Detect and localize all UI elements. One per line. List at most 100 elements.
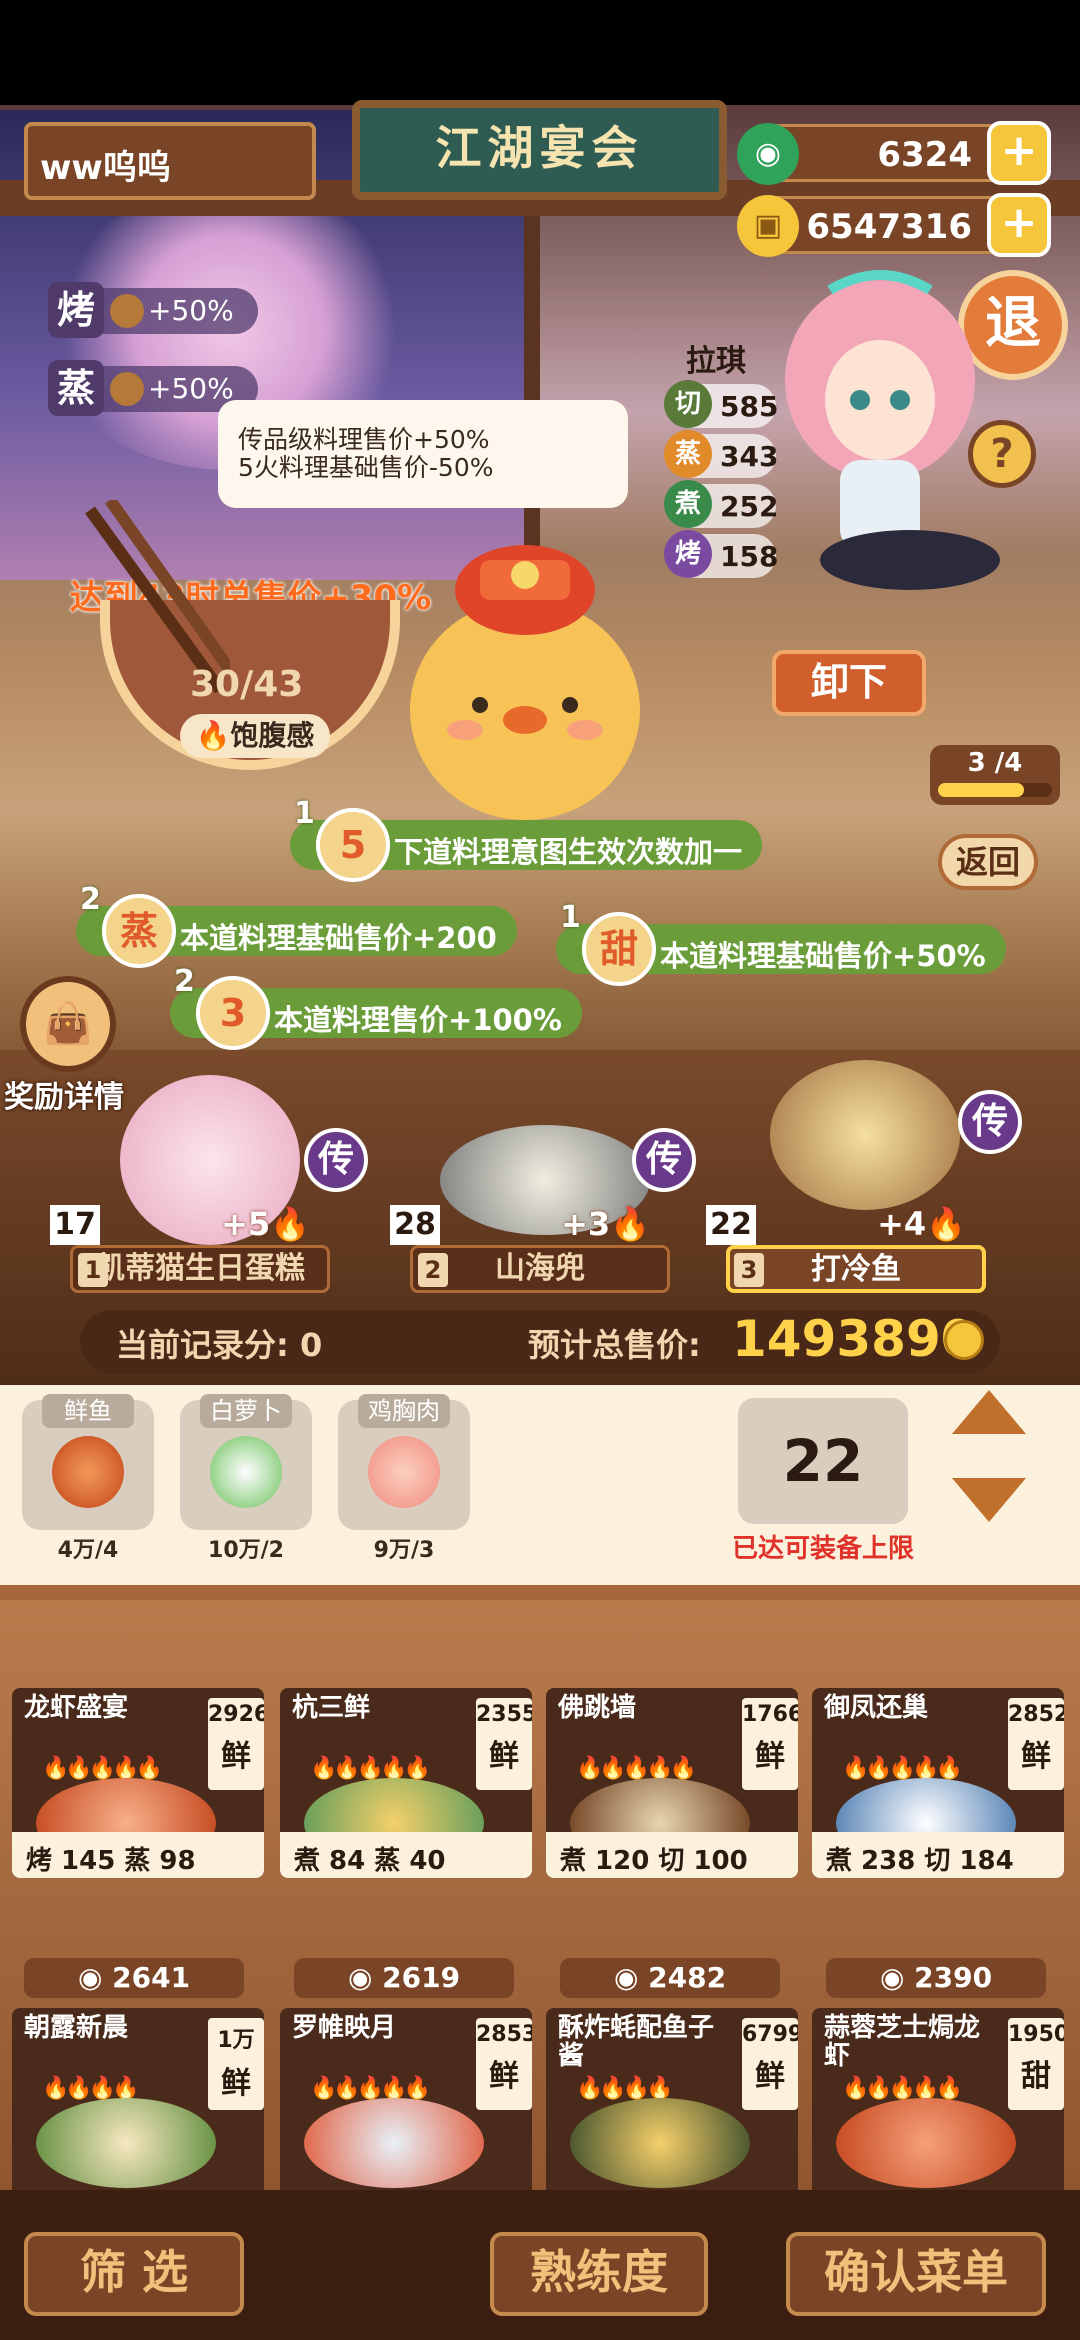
stat-key: 烤 [664,530,712,578]
reward-bag-icon[interactable]: 👜 [20,976,116,1072]
dish-slot-2[interactable]: 山海兜 2 28 +3🔥 [390,1165,670,1293]
jade-currency: ◉ 6324 + [737,121,1051,185]
dish-card[interactable]: 酥炸蚝配鱼子酱 6799 鲜 🔥🔥🔥🔥 [546,2008,798,2198]
card-title: 酥炸蚝配鱼子酱 [558,2013,715,2071]
unload-button[interactable]: 卸下 [772,650,926,716]
scroll-up-arrow[interactable] [952,1390,1026,1434]
effect-text: 本道料理售价+100% [274,1003,562,1037]
legendary-badge: 传 [632,1128,696,1192]
proficiency-button[interactable]: 熟练度 [490,2232,708,2316]
back-button[interactable]: 返回 [938,834,1038,890]
reward-details-button[interactable]: 奖励详情 [4,1072,124,1116]
dish-fire-bonus: +4🔥 [877,1205,966,1243]
card-price: 1950 [1008,2022,1064,2047]
stat-key: 蒸 [664,430,712,478]
dish-card[interactable]: 佛跳墙 1766鲜 🔥🔥🔥🔥🔥 优 煮 120 切 100 [546,1688,798,1878]
card-price-tag: 1766 鲜 [742,1698,798,1790]
ingredient-qty: 4万/4 [57,1538,119,1563]
dish-card[interactable]: 罗帷映月 2853 鲜 🔥🔥🔥🔥🔥 [280,2008,532,2198]
scroll-down-arrow[interactable] [952,1478,1026,1522]
effect-steam-badge: 蒸 [102,894,176,968]
add-jade-button[interactable]: + [987,121,1051,185]
card-price-tag: 2926 鲜 [208,1698,264,1790]
effect-count: 2 [80,882,101,917]
sale-value: 2390 [914,1961,993,1994]
effect-chip: 1 5 下道料理意图生效次数加一 [290,796,763,882]
effect-count: 1 [560,900,581,935]
effect-chip: 1 甜 本道料理基础售价+50% [556,900,1006,986]
satiety-label-text: 饱腹感 [230,719,315,752]
card-stats: 煮 120 切 100 [546,1832,798,1878]
card-price: 2852 [1008,1702,1064,1727]
dish-name: 打冷鱼 [726,1245,986,1293]
card-title: 佛跳墙 [558,1693,637,1723]
card-price: 2926 [208,1702,264,1727]
fish-icon [52,1436,124,1508]
ingredient-fish[interactable]: 鲜鱼 [22,1394,154,1530]
progress-fill [938,783,1024,797]
legendary-badge: 传 [304,1128,368,1192]
player-name[interactable]: ww呜呜 [24,122,316,200]
fire-rating-icon: 🔥🔥🔥🔥🔥 [576,1756,697,1781]
buff-value: +50% [148,372,234,405]
chef-character[interactable] [760,260,1000,600]
card-price-tag: 2355 鲜 [476,1698,532,1790]
ingredient-chicken[interactable]: 鸡胸肉 [338,1394,470,1530]
total-price-label: 预计总售价: [528,1326,701,1364]
card-sale-price: ◉ 2641 [24,1958,244,1998]
radish-icon [210,1436,282,1508]
card-price-tag: 2853 鲜 [476,2018,532,2110]
card-taste: 鲜 [221,1739,251,1774]
coin-icon: ◉ [347,1961,383,1994]
game-screen: ww呜呜 江湖宴会 ◉ 6324 + ▣ 6547316 + 退 ? 烤 +50%… [0,0,1080,2340]
ingredient-name: 白萝卜 [200,1394,292,1428]
sale-value: 2641 [112,1961,191,1994]
tooltip-line: 传品级料理售价+50% [238,425,490,454]
fire-rating-icon: 🔥🔥🔥🔥🔥 [310,1756,431,1781]
jade-amount: 6324 [877,135,972,175]
dish-fire-value: +3 [561,1205,611,1243]
dish-slot-3[interactable]: 打冷鱼 3 22 +4🔥 [706,1165,986,1293]
dish-card[interactable]: 龙虾盛宴 2926鲜 🔥🔥🔥🔥🔥 可 烤 145 蒸 98 [12,1688,264,1878]
dish-fire-bonus: +5🔥 [221,1205,310,1243]
info-tooltip: 传品级料理售价+50% 5火料理基础售价-50% [218,400,628,508]
effect-count: 2 [174,964,195,999]
filter-button[interactable]: 筛 选 [24,2232,244,2316]
card-title: 御凤还巢 [824,1693,929,1723]
effect-sweet-badge: 甜 [582,912,656,986]
add-coins-button[interactable]: + [987,193,1051,257]
dish-fire-value: +5 [221,1205,271,1243]
card-title: 杭三鲜 [292,1693,371,1723]
card-taste: 鲜 [489,1739,519,1774]
effect-count: 1 [294,796,315,831]
ingredient-radish[interactable]: 白萝卜 [180,1394,312,1530]
card-title: 龙虾盛宴 [24,1693,129,1723]
card-stats: 煮 238 切 184 [812,1832,1064,1878]
dish-image [36,2098,216,2188]
chicken-breast-icon [368,1436,440,1508]
duck-customer[interactable] [385,520,665,830]
coin-icon: ◉ [613,1961,649,1994]
dish-slot-1[interactable]: 凯蒂猫生日蛋糕 1 17 +5🔥 [50,1165,330,1293]
confirm-menu-button[interactable]: 确认菜单 [786,2232,1046,2316]
coin-icon: ▣ [737,195,799,257]
ingredient-panel [0,1385,1080,1585]
effect-text: 本道料理基础售价+200 [180,921,497,955]
effect-text: 本道料理基础售价+50% [660,939,986,973]
effect-fire-badge: 3 [196,976,270,1050]
dish-card[interactable]: 朝露新晨 1万鲜 🔥🔥🔥🔥 [12,2008,264,2198]
banquet-sign: 江湖宴会 [352,100,727,200]
fire-rating-icon: 🔥🔥🔥🔥🔥 [310,2076,431,2101]
satiety-label: 🔥饱腹感 [180,714,330,758]
card-price-tag: 2852 鲜 [1008,1698,1064,1790]
dish-card[interactable]: 御凤还巢 2852鲜 🔥🔥🔥🔥🔥 可 煮 238 切 184 [812,1688,1064,1878]
effect-chip: 2 蒸 本道料理基础售价+200 [76,882,517,968]
dish-card[interactable]: 杭三鲜 2355鲜 🔥🔥🔥🔥🔥 特 煮 84 蒸 40 [280,1688,532,1878]
dish-card[interactable]: 蒜蓉芝士焗龙虾 1950 甜 🔥🔥🔥🔥🔥 [812,2008,1064,2198]
card-sale-price: ◉ 2482 [560,1958,780,1998]
coin-icon [944,1320,984,1360]
card-taste: 鲜 [221,2066,251,2101]
dish-level: 28 [390,1205,440,1245]
ingredient-qty: 9万/3 [373,1538,435,1563]
dish-index: 3 [734,1253,764,1287]
